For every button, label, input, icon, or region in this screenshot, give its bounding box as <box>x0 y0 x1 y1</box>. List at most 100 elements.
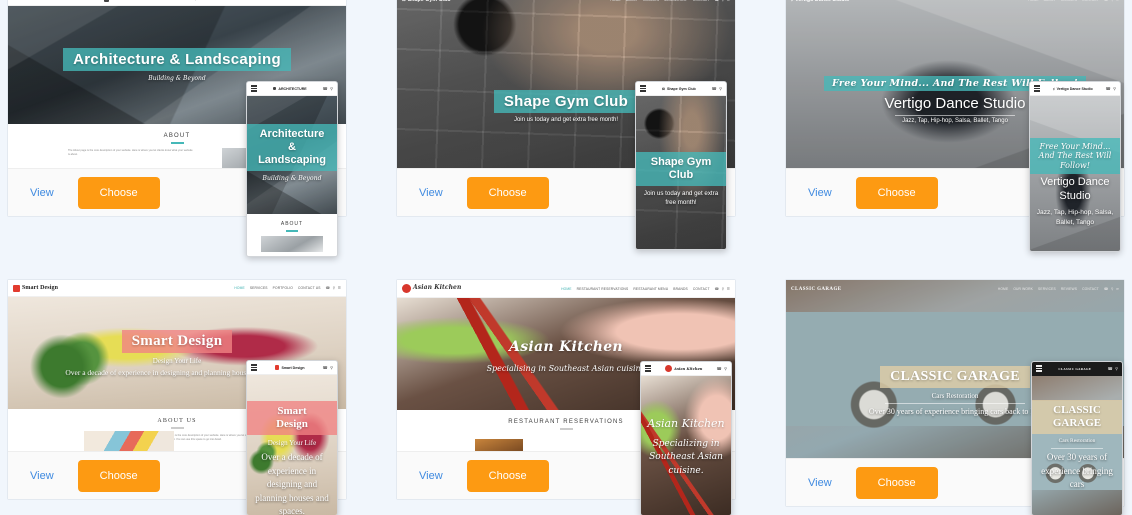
view-button[interactable]: View <box>28 466 56 486</box>
nav-link[interactable]: PORTFOLIO <box>273 286 293 290</box>
site-nav-icons[interactable]: ☎ ⚲ ☰ <box>326 286 341 290</box>
nav-link[interactable]: HOME <box>998 287 1009 291</box>
search-icon[interactable]: ⚲ <box>330 86 333 91</box>
phone-icon[interactable]: ☎ <box>326 286 330 290</box>
phone-icon[interactable]: ☎ <box>1108 366 1113 371</box>
search-icon[interactable]: ⚲ <box>330 365 333 370</box>
nav-link[interactable]: CLASSES <box>1061 0 1077 2</box>
share-icon[interactable]: ➦ <box>1116 287 1119 291</box>
nav-link[interactable]: OUR WORK <box>1013 287 1033 291</box>
view-button[interactable]: View <box>28 183 56 203</box>
mobile-nav-icons[interactable]: ☎ ⚲ <box>323 86 333 91</box>
site-nav-icons[interactable]: ☎ ⚲ ➦ <box>1104 0 1119 2</box>
choose-button[interactable]: Choose <box>77 459 160 492</box>
nav-link[interactable]: ABOUT <box>1044 0 1056 2</box>
phone-icon[interactable]: ☎ <box>323 365 328 370</box>
nav-link[interactable]: SERVICES <box>1038 287 1056 291</box>
nav-link[interactable]: CONTACT <box>1082 0 1099 2</box>
mobile-preview[interactable]: ARCHITECTURE ☎ ⚲ Architecture & Landscap… <box>246 81 338 257</box>
phone-icon[interactable]: ☎ <box>715 0 719 2</box>
nav-link[interactable]: ABOUT <box>57 0 69 1</box>
nav-link[interactable]: MEMBERSHIP <box>664 0 688 2</box>
nav-link[interactable]: HOME <box>234 286 245 290</box>
choose-button[interactable]: Choose <box>855 466 938 499</box>
phone-icon[interactable]: ☎ <box>187 0 191 1</box>
menu-icon[interactable]: ☰ <box>338 286 341 290</box>
template-card-vertigo-dance-studio[interactable]: ♯ Vertigo Dance Studio HOME ABOUT CLASSE… <box>785 0 1125 252</box>
mobile-nav-icons[interactable]: ☎ ⚲ <box>712 86 722 91</box>
site-nav-icons[interactable]: ☎ ⚲ ➦ <box>1104 287 1119 291</box>
choose-button[interactable]: Choose <box>77 176 160 209</box>
site-nav-links[interactable]: HOME ABOUT PROJECTS <box>41 0 92 1</box>
share-icon[interactable]: ➦ <box>1116 0 1119 2</box>
view-button[interactable]: View <box>417 183 445 203</box>
site-nav-links[interactable]: HOME ABOUT CLASSES MEMBERSHIP CONTACT <box>610 0 709 2</box>
site-nav-links-right[interactable]: CONTACT <box>166 0 183 1</box>
nav-link[interactable]: RESTAURANT MENU <box>633 287 668 291</box>
mobile-preview[interactable]: CLASSIC GARAGE ☎ ⚲ CLASSIC GARAGE Cars R… <box>1031 361 1123 515</box>
mobile-preview[interactable]: Asian Kitchen ☎ ⚲ Asian Kitchen Speciali… <box>640 361 732 515</box>
search-icon[interactable]: ⚲ <box>1115 366 1118 371</box>
search-icon[interactable]: ⚲ <box>719 86 722 91</box>
mobile-nav-icons[interactable]: ☎ ⚲ <box>717 366 727 371</box>
nav-link[interactable]: CLASSES <box>643 0 659 2</box>
site-nav-links[interactable]: HOME SERVICES PORTFOLIO CONTACT US <box>234 286 320 290</box>
phone-icon[interactable]: ☎ <box>715 287 719 291</box>
template-card-classic-garage[interactable]: CLASSIC GARAGE HOME OUR WORK SERVICES RE… <box>785 279 1125 515</box>
mobile-preview[interactable]: Smart Design ☎ ⚲ Smart Design Design You… <box>246 360 338 515</box>
nav-link[interactable]: HOME <box>561 287 572 291</box>
phone-icon[interactable]: ☎ <box>1104 0 1108 2</box>
mobile-nav-icons[interactable]: ☎ ⚲ <box>323 365 333 370</box>
nav-link[interactable]: CONTACT US <box>298 286 321 290</box>
phone-icon[interactable]: ☎ <box>1104 287 1108 291</box>
search-icon[interactable]: ⚲ <box>722 0 725 2</box>
phone-icon[interactable]: ☎ <box>717 366 722 371</box>
mobile-nav-icons[interactable]: ☎ ⚲ <box>1106 86 1116 91</box>
search-icon[interactable]: ⚲ <box>333 286 336 290</box>
site-nav-icons[interactable]: ☎ ⚲ ☰ <box>715 0 730 2</box>
menu-icon[interactable]: ☰ <box>199 0 202 1</box>
site-nav-icons[interactable]: ☎ ⚲ ☰ <box>187 0 202 1</box>
search-icon[interactable]: ⚲ <box>1113 86 1116 91</box>
template-card-shape-gym-club[interactable]: ⚖ Shape Gym Club HOME ABOUT CLASSES MEMB… <box>396 0 736 250</box>
mobile-preview[interactable]: ⚖ Shape Gym Club ☎ ⚲ Shape Gym Club Join… <box>635 81 727 250</box>
template-card-smart-design[interactable]: Smart Design HOME SERVICES PORTFOLIO CON… <box>7 279 347 515</box>
nav-link[interactable]: RESTAURANT RESERVATIONS <box>577 287 629 291</box>
nav-link[interactable]: HOME <box>41 0 52 1</box>
nav-link[interactable]: CONTACT <box>166 0 183 1</box>
phone-icon[interactable]: ☎ <box>323 86 328 91</box>
search-icon[interactable]: ⚲ <box>194 0 197 1</box>
nav-link[interactable]: CONTACT <box>693 287 710 291</box>
nav-link[interactable]: CONTACT <box>1082 287 1099 291</box>
nav-link[interactable]: REVIEWS <box>1061 287 1077 291</box>
nav-link[interactable]: CONTACT <box>693 0 710 2</box>
view-button[interactable]: View <box>806 183 834 203</box>
choose-button[interactable]: Choose <box>855 176 938 209</box>
phone-icon[interactable]: ☎ <box>712 86 717 91</box>
site-nav-icons[interactable]: ☎ ⚲ ☰ <box>715 287 730 291</box>
menu-icon[interactable]: ☰ <box>727 287 730 291</box>
nav-link[interactable]: ABOUT <box>626 0 638 2</box>
nav-link[interactable]: PROJECTS <box>74 0 93 1</box>
search-icon[interactable]: ⚲ <box>1111 287 1114 291</box>
search-icon[interactable]: ⚲ <box>722 287 725 291</box>
site-nav-links[interactable]: HOME OUR WORK SERVICES REVIEWS CONTACT <box>998 287 1099 291</box>
mobile-preview[interactable]: ♯ Vertigo Dance Studio ☎ ⚲ Free Your Min… <box>1029 81 1121 252</box>
search-icon[interactable]: ⚲ <box>1111 0 1114 2</box>
view-button[interactable]: View <box>806 473 834 493</box>
template-card-architecture-landscaping[interactable]: HOME ABOUT PROJECTS ARCHITECTURE CONTACT… <box>7 0 347 257</box>
search-icon[interactable]: ⚲ <box>724 366 727 371</box>
mobile-nav-icons[interactable]: ☎ ⚲ <box>1108 366 1118 371</box>
nav-link[interactable]: HOME <box>610 0 621 2</box>
site-nav-links[interactable]: HOME RESTAURANT RESERVATIONS RESTAURANT … <box>561 287 710 291</box>
phone-icon[interactable]: ☎ <box>1106 86 1111 91</box>
menu-icon[interactable]: ☰ <box>727 0 730 2</box>
template-card-asian-kitchen[interactable]: Asian Kitchen HOME RESTAURANT RESERVATIO… <box>396 279 736 515</box>
nav-link[interactable]: BRANDS <box>673 287 688 291</box>
view-button[interactable]: View <box>417 466 445 486</box>
site-nav-links[interactable]: HOME ABOUT CLASSES CONTACT <box>1028 0 1099 2</box>
nav-link[interactable]: HOME <box>1028 0 1039 2</box>
choose-button[interactable]: Choose <box>466 459 549 492</box>
choose-button[interactable]: Choose <box>466 176 549 209</box>
nav-link[interactable]: SERVICES <box>250 286 268 290</box>
